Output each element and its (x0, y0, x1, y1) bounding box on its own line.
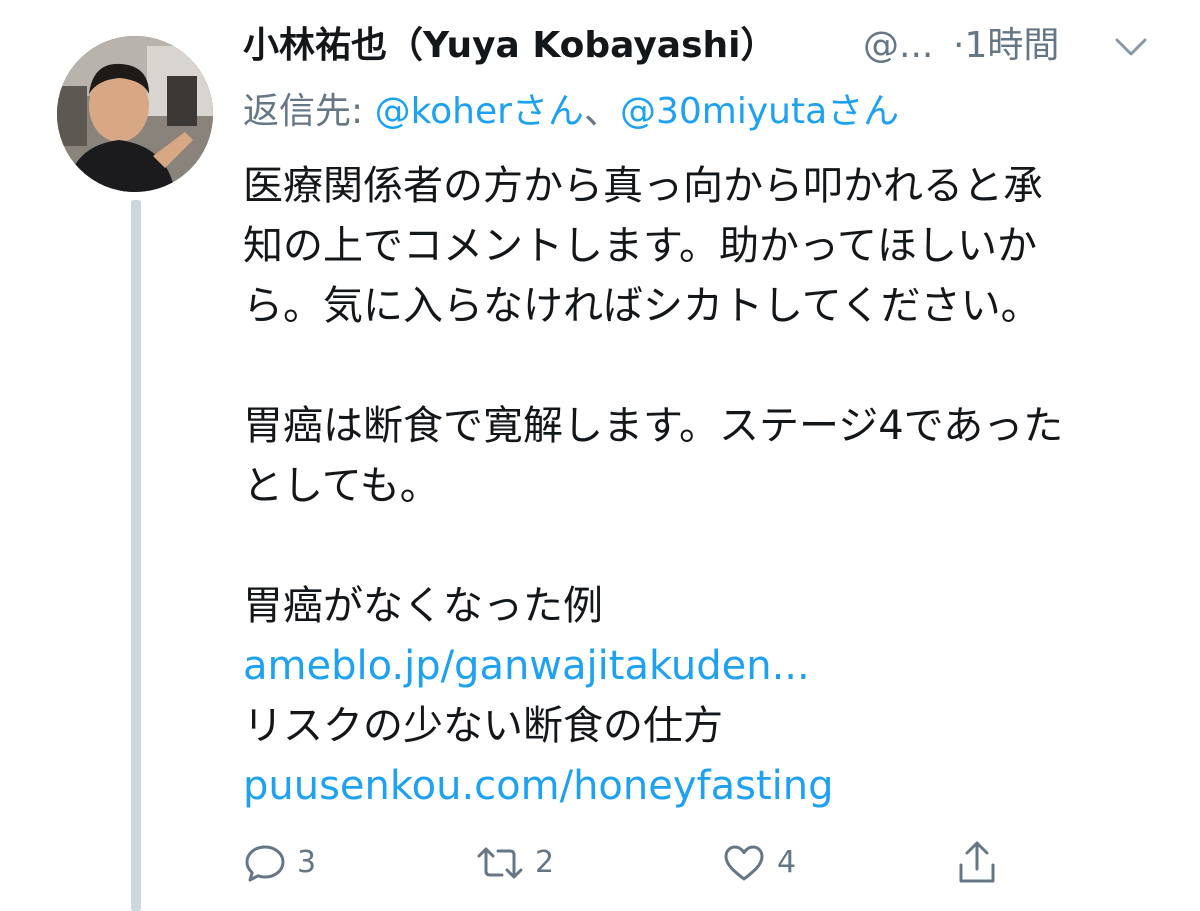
like-button[interactable]: 4 (721, 836, 796, 890)
heart-icon (724, 845, 764, 881)
url-link[interactable]: puusenkou.com/honeyfasting (243, 756, 1153, 816)
share-button[interactable] (955, 836, 999, 890)
tweet-text-line: 胃癌がなくなった例 (243, 583, 603, 629)
timestamp[interactable]: ·1時間 (953, 18, 1059, 74)
tweet-text-line: ら。気に入らなければシカトしてください。 (243, 283, 1041, 329)
url-link[interactable]: ameblo.jp/ganwajitakuden... (243, 636, 1153, 696)
tweet-header: 小林祐也（Yuya Kobayashi） @... ·1時間 (243, 18, 1163, 74)
like-count: 4 (777, 845, 797, 880)
avatar[interactable] (57, 36, 213, 192)
tweet-text-line: 知の上でコメントします。助かってほしいか (243, 223, 1037, 269)
reply-button[interactable]: 3 (243, 836, 316, 890)
share-icon (959, 841, 995, 883)
tweet-text-line: リスクの少ない断食の仕方 (243, 703, 723, 749)
display-name[interactable]: 小林祐也（Yuya Kobayashi） (243, 18, 776, 74)
retweet-button[interactable]: 2 (475, 836, 554, 890)
reply-to-line: 返信先: @koherさん、@30miyutaさん (243, 84, 1143, 140)
reply-icon (245, 845, 285, 882)
retweet-icon (477, 847, 523, 879)
reply-count: 3 (297, 845, 317, 880)
tweet-text-line: 医療関係者の方から真っ向から叩かれると承 (243, 163, 1043, 209)
thread-line (131, 200, 141, 911)
tweet-text: 医療関係者の方から真っ向から叩かれると承 知の上でコメントします。助かってほしい… (243, 156, 1153, 816)
user-handle[interactable]: @... (863, 18, 933, 74)
mention-link[interactable]: @30miyutaさん (620, 91, 899, 132)
mention-separator: 、 (583, 91, 620, 132)
avatar-photo (57, 36, 213, 192)
retweet-count: 2 (535, 845, 555, 880)
chevron-down-icon[interactable] (1113, 32, 1149, 62)
action-bar: 3 2 4 (243, 836, 1143, 890)
tweet-text-line: としても。 (243, 463, 440, 509)
mention-link[interactable]: @koherさん (375, 91, 584, 132)
reply-to-prefix: 返信先: (243, 91, 375, 132)
tweet-text-line: 胃癌は断食で寛解します。ステージ4であった (243, 403, 1064, 449)
